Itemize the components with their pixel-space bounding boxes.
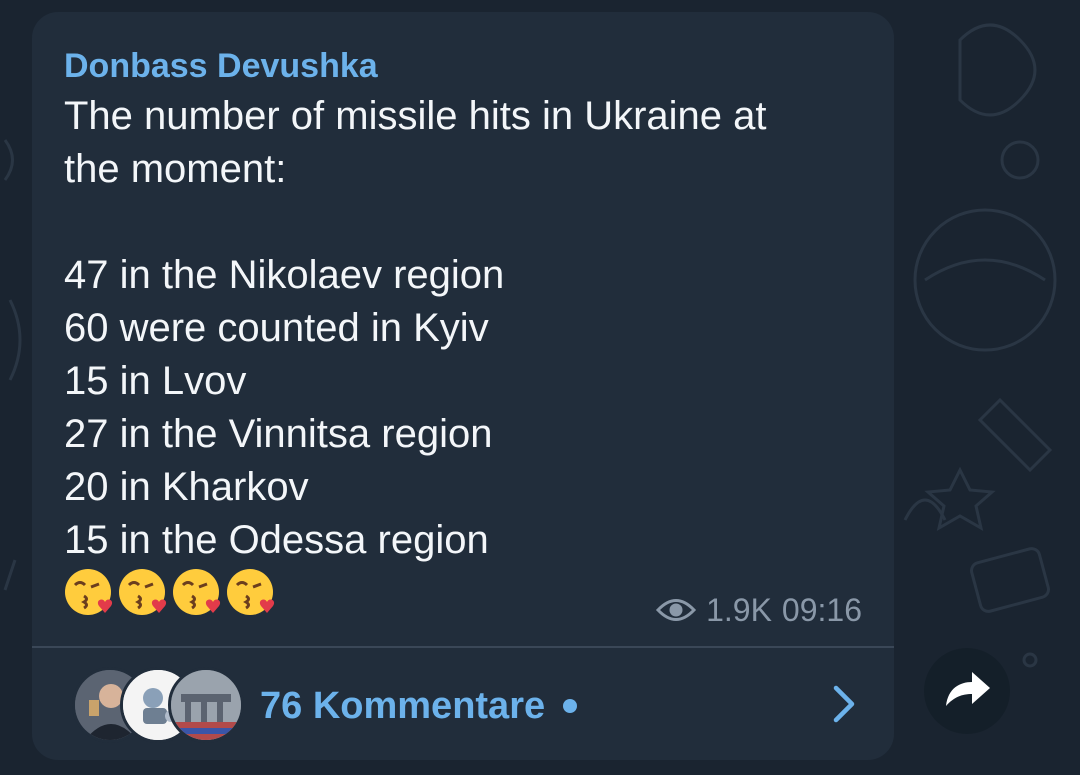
message-meta: 1.9K 09:16 (656, 590, 862, 630)
emoji-row (62, 566, 278, 620)
message-line: the moment: (64, 147, 287, 191)
message-line: 47 in the Nikolaev region (64, 253, 505, 297)
kissing-face-with-heart-icon (65, 569, 113, 615)
comments-count-label: 76 Kommentare (260, 685, 546, 727)
divider (32, 646, 894, 648)
kissing-face-with-heart-icon (227, 569, 275, 615)
eye-icon (656, 599, 697, 621)
view-count: 1.9K (706, 591, 772, 628)
share-button[interactable] (924, 648, 1010, 734)
message-line: 20 in Kharkov (64, 465, 309, 509)
message-line: 27 in the Vinnitsa region (64, 412, 493, 456)
kissing-face-with-heart-icon (119, 569, 167, 615)
message-line-blank (64, 196, 884, 249)
chevron-right-icon[interactable] (824, 682, 864, 726)
channel-name[interactable]: Donbass Devushka (64, 46, 378, 86)
message-text: The number of missile hits in Ukraine at… (64, 90, 884, 567)
message-line: 15 in Lvov (64, 359, 247, 403)
avatar (168, 667, 244, 743)
message-line: The number of missile hits in Ukraine at (64, 94, 767, 138)
message-line: 60 were counted in Kyiv (64, 306, 489, 350)
message-line: 15 in the Odessa region (64, 518, 489, 562)
unread-dot (563, 699, 578, 713)
share-arrow-icon (946, 672, 990, 706)
message-time: 09:16 (781, 591, 862, 628)
commenter-avatars[interactable] (72, 667, 244, 743)
message-bubble: Donbass Devushka The number of missile h… (32, 12, 894, 760)
comments-link[interactable]: 76 Kommentare (260, 684, 578, 728)
kissing-face-with-heart-icon (173, 569, 221, 615)
